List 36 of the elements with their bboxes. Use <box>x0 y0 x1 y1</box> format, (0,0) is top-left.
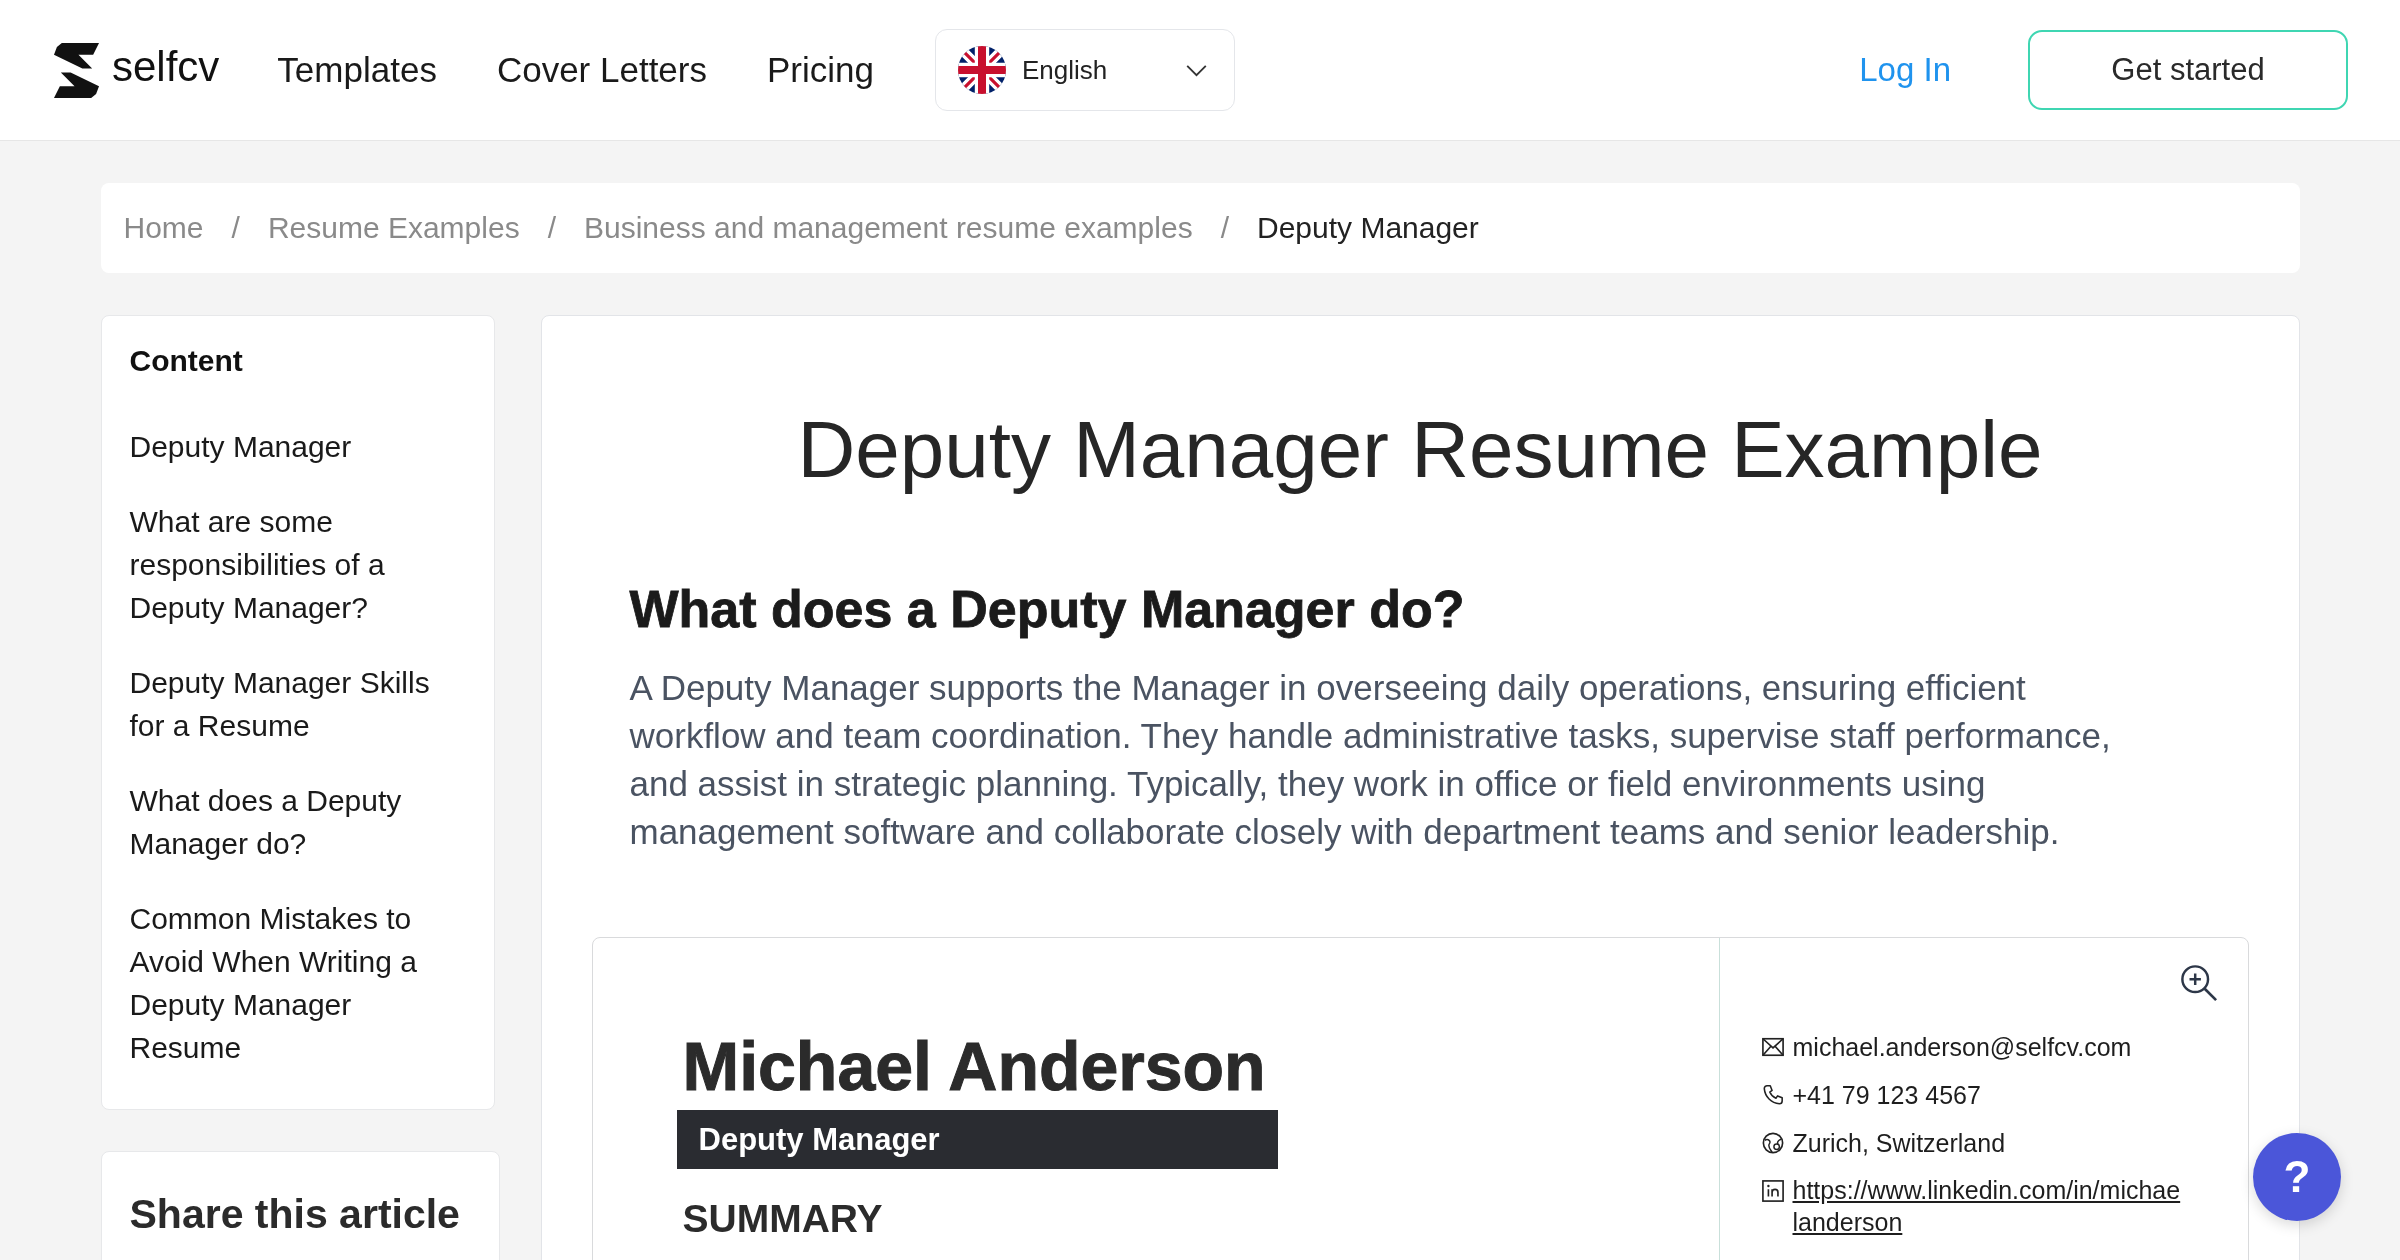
language-dropdown[interactable]: English <box>934 29 1235 111</box>
contact-text: michael.anderson@selfcv.com <box>1792 1032 2132 1063</box>
job-title-banner: Deputy Manager <box>676 1110 1278 1169</box>
contents-heading: Content <box>129 343 243 379</box>
contents-link[interactable]: Deputy Manager <box>129 425 352 468</box>
resume-name: Michael Anderson <box>682 1028 1266 1104</box>
article-title: Deputy Manager Resume Example <box>796 404 2044 496</box>
article-paragraph: A Deputy Manager supports the Manager in overseeing daily operations, ensuring efficient workflow and team coordination. They handle administrative tasks, supervise staff performance, and assist in strategic planning. Typically, they work in office or field environments using management software and collaborate closely with department teams and senior leadership. <box>629 667 2112 853</box>
breadcrumb-separator: / <box>1220 211 1229 245</box>
logo-icon[interactable] <box>53 42 100 98</box>
nav-link[interactable]: Pricing <box>767 50 874 90</box>
get-started-button[interactable]: Get started <box>2028 30 2348 110</box>
globe-icon <box>1761 1132 1784 1154</box>
chevron-down-icon <box>1184 63 1208 77</box>
contents-link[interactable]: What does a Deputy Manager do? <box>129 779 452 865</box>
contents-link[interactable]: Common Mistakes to Avoid When Writing a Deputy Manager Resume <box>129 897 452 1069</box>
contents-link[interactable]: Deputy Manager Skills for a Resume <box>129 661 452 747</box>
breadcrumb-separator: / <box>231 211 240 245</box>
nav-link[interactable]: Templates <box>277 50 437 90</box>
flag-icon <box>957 46 1006 94</box>
resume-section-heading: SUMMARY <box>682 1196 883 1242</box>
logo-text[interactable]: selfcv <box>112 46 220 94</box>
profile-link[interactable]: https://www.linkedin.com/in/michaelanderson <box>1792 1174 2185 1238</box>
contact-text: Zurich, Switzerland <box>1792 1128 2006 1159</box>
contents-link[interactable]: What are some responsibilities of a Deputy Manager? <box>129 500 452 629</box>
zoom-in-icon[interactable] <box>2179 964 2218 1002</box>
phone-icon <box>1761 1084 1784 1106</box>
breadcrumb-separator: / <box>547 211 556 245</box>
breadcrumb-link[interactable]: Deputy Manager <box>1257 211 1479 245</box>
envelope-icon <box>1761 1036 1784 1058</box>
share-heading: Share this article <box>129 1190 461 1239</box>
section-heading: What does a Deputy Manager do? <box>629 579 1466 640</box>
linkedin-icon <box>1761 1180 1784 1202</box>
nav-link[interactable]: Cover Letters <box>496 50 707 90</box>
help-button[interactable]: ? <box>2253 1133 2341 1221</box>
contact-text: +41 79 123 4567 <box>1792 1080 1981 1111</box>
